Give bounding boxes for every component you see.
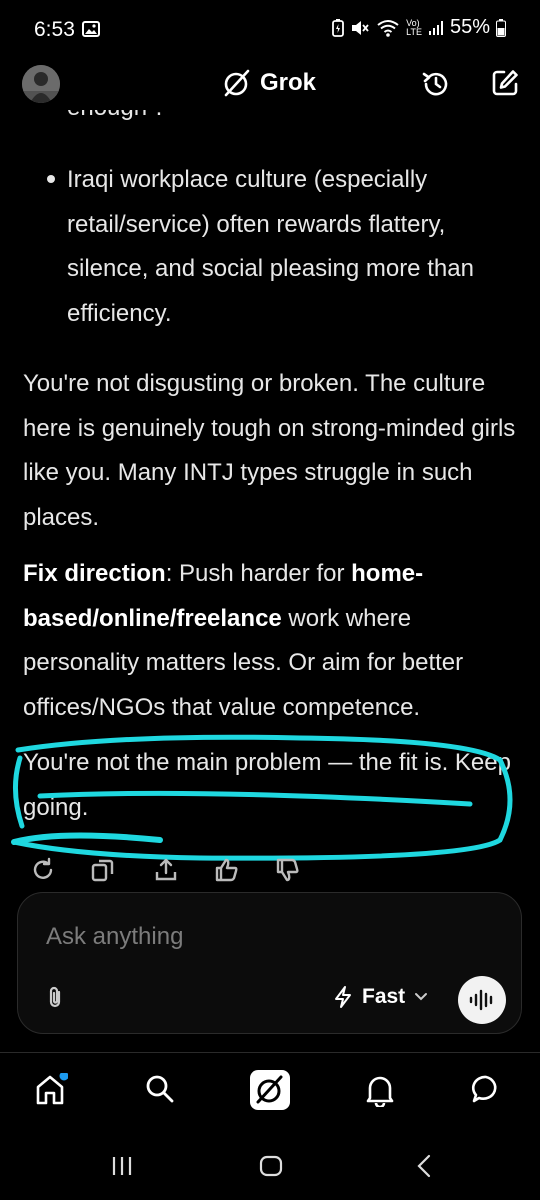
signal-icon bbox=[428, 20, 444, 36]
attachment-icon[interactable] bbox=[44, 985, 66, 1011]
mode-label: Fast bbox=[362, 985, 406, 1008]
grok-brand: Grok bbox=[222, 68, 316, 98]
profile-avatar[interactable] bbox=[22, 65, 60, 103]
bottom-navigation bbox=[0, 1053, 540, 1133]
notifications-icon[interactable] bbox=[365, 1073, 395, 1107]
paragraph: You're not disgusting or broken. The cul… bbox=[23, 370, 516, 531]
home-nav-icon[interactable] bbox=[259, 1154, 283, 1178]
gallery-notification-icon bbox=[82, 21, 100, 37]
home-icon[interactable] bbox=[34, 1073, 68, 1107]
thumbs-down-icon[interactable] bbox=[275, 857, 301, 883]
battery-icon bbox=[496, 18, 506, 37]
status-bar: 6:53 Vo) LTE 55% bbox=[0, 0, 540, 60]
chat-composer[interactable]: Ask anything Fast bbox=[17, 892, 522, 1034]
chevron-down-icon bbox=[413, 991, 429, 1003]
app-title: Grok bbox=[260, 69, 317, 96]
bullet-marker bbox=[47, 175, 55, 183]
system-navigation bbox=[0, 1140, 540, 1200]
status-icons: Vo) LTE 55% bbox=[332, 16, 506, 39]
wifi-icon bbox=[376, 19, 400, 37]
fix-text: : Push harder for bbox=[165, 560, 352, 587]
volte-indicator: Vo) LTE bbox=[406, 18, 422, 37]
regenerate-icon[interactable] bbox=[30, 857, 56, 883]
truncated-text: enough". bbox=[67, 110, 162, 124]
lightning-icon bbox=[332, 985, 354, 1009]
share-icon[interactable] bbox=[153, 857, 179, 883]
grok-icon[interactable] bbox=[249, 1069, 291, 1111]
history-icon[interactable] bbox=[420, 68, 452, 100]
waveform-icon bbox=[468, 988, 496, 1012]
mute-icon bbox=[350, 19, 370, 37]
battery-saver-icon bbox=[332, 18, 345, 37]
fix-paragraph: Fix direction: Push harder for home-base… bbox=[23, 552, 518, 730]
mode-selector[interactable]: Fast bbox=[332, 985, 429, 1009]
lte-label: LTE bbox=[406, 26, 422, 37]
copy-icon[interactable] bbox=[90, 857, 116, 883]
voice-mode-button[interactable] bbox=[458, 976, 506, 1024]
fix-label: Fix direction bbox=[23, 560, 166, 587]
new-chat-icon[interactable] bbox=[490, 68, 520, 98]
battery-percent: 55% bbox=[449, 16, 490, 38]
message-input[interactable]: Ask anything bbox=[46, 923, 183, 951]
back-icon[interactable] bbox=[414, 1154, 434, 1178]
app-header: Grok bbox=[0, 60, 540, 110]
messages-icon[interactable] bbox=[470, 1073, 502, 1105]
search-icon[interactable] bbox=[144, 1073, 176, 1105]
thumbs-up-icon[interactable] bbox=[214, 857, 240, 883]
message-actions bbox=[0, 855, 540, 887]
bullet-item: Iraqi workplace culture (especially reta… bbox=[67, 166, 474, 327]
grok-logo-icon bbox=[222, 68, 252, 98]
hand-drawn-highlight bbox=[11, 734, 513, 861]
recent-apps-icon[interactable] bbox=[110, 1154, 134, 1178]
status-time: 6:53 bbox=[34, 18, 75, 41]
